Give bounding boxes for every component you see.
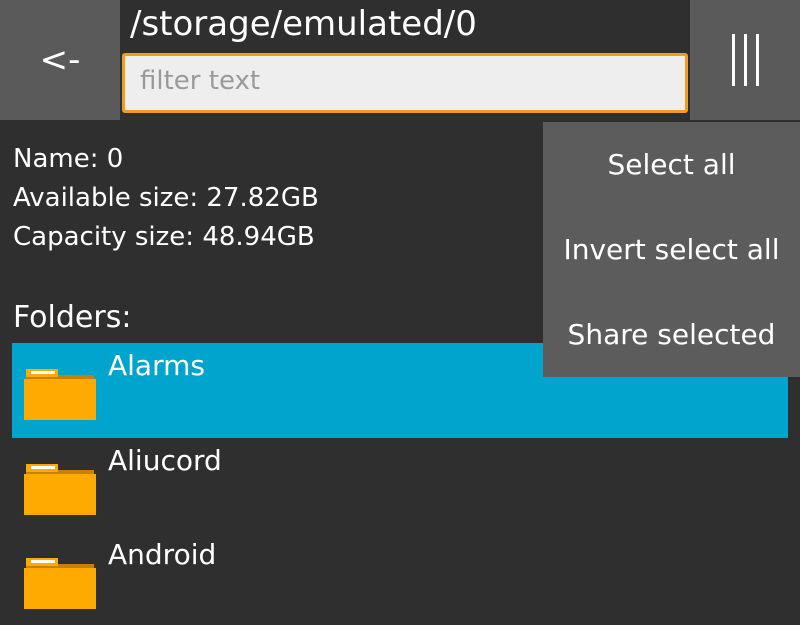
menu-item-share-selected[interactable]: Share selected xyxy=(543,292,800,377)
current-path: /storage/emulated/0 xyxy=(130,4,477,44)
folder-label: Android xyxy=(108,538,217,571)
filter-field[interactable] xyxy=(122,53,688,113)
folder-icon xyxy=(24,464,96,515)
folders-heading: Folders: xyxy=(13,300,132,335)
storage-info: Name: 0 Available size: 27.82GB Capacity… xyxy=(13,140,319,257)
storage-available: Available size: 27.82GB xyxy=(13,183,319,213)
folder-row-aliucord[interactable]: Aliucord xyxy=(12,438,788,533)
menu-item-select-all[interactable]: Select all xyxy=(543,122,800,207)
folder-icon xyxy=(24,558,96,609)
menu-button[interactable] xyxy=(690,0,800,120)
folder-label: Aliucord xyxy=(108,444,222,477)
folder-icon xyxy=(24,369,96,420)
filter-input[interactable] xyxy=(125,56,685,110)
overflow-menu: Select all Invert select all Share selec… xyxy=(543,122,800,377)
back-label: <- xyxy=(39,40,81,80)
header: /storage/emulated/0 xyxy=(120,0,690,120)
menu-item-invert-select-all[interactable]: Invert select all xyxy=(543,207,800,292)
folder-label: Alarms xyxy=(108,349,205,382)
file-browser-screen: <- /storage/emulated/0 Name: 0 Available… xyxy=(0,0,800,625)
folder-row-android[interactable]: Android xyxy=(12,532,788,625)
storage-name: Name: 0 xyxy=(13,144,124,174)
storage-capacity: Capacity size: 48.94GB xyxy=(13,222,315,252)
menu-bars-icon xyxy=(731,34,759,86)
back-button[interactable]: <- xyxy=(0,0,120,120)
